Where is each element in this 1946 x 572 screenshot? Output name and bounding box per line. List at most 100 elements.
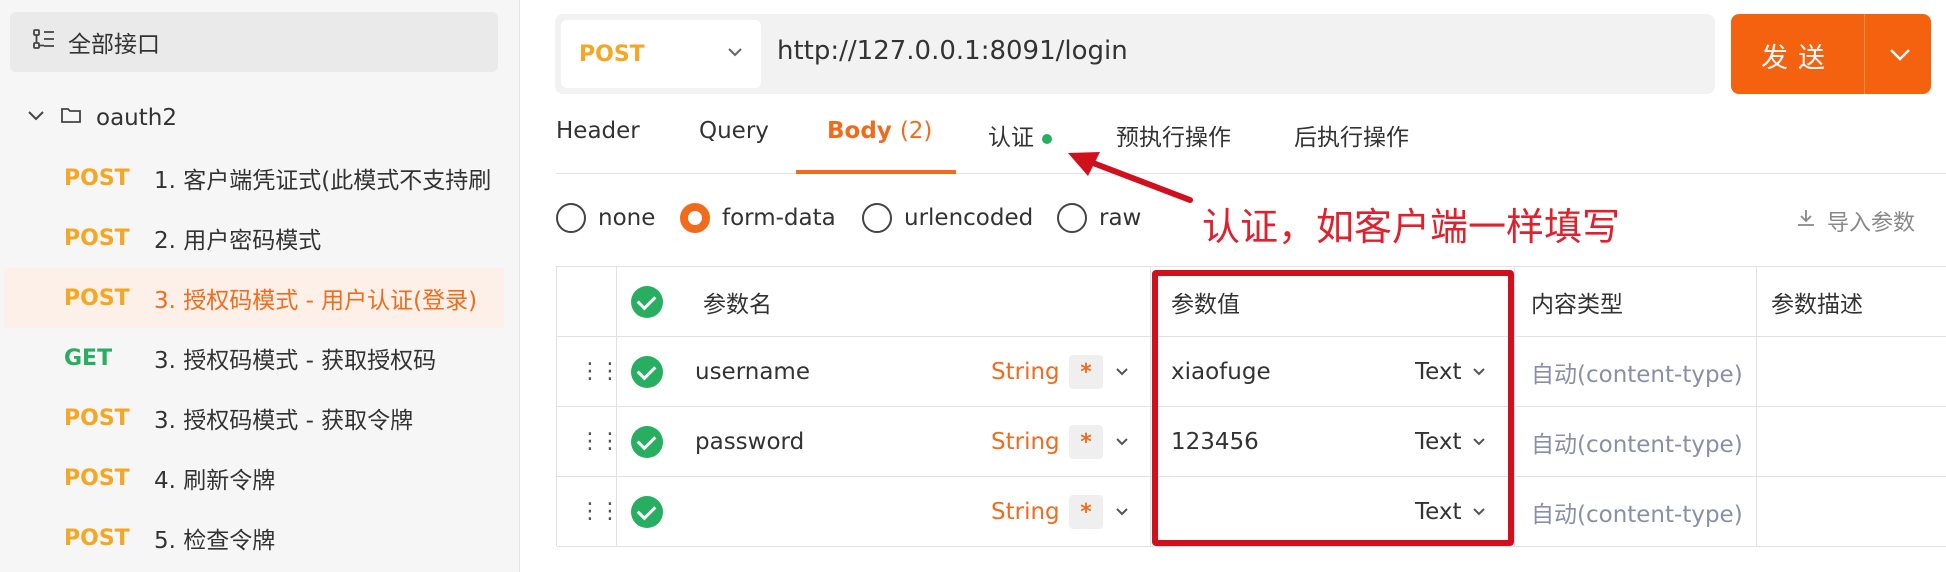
folder-name: oauth2 [96,105,177,131]
folder-oauth2[interactable]: oauth2 [26,96,177,140]
all-apis-button[interactable]: 全部接口 [10,12,498,72]
param-name-input[interactable]: username [695,337,810,407]
send-divider [1864,14,1865,94]
tab-auth[interactable]: 认证 [988,118,1052,152]
annotation-highlight-box [1152,270,1514,546]
sidebar-api-item[interactable]: POST 3. 授权码模式 - 获取令牌 [4,388,504,448]
method-badge: POST [64,165,130,191]
column-divider [1150,266,1151,546]
radio-circle [556,203,586,233]
url-input[interactable]: http://127.0.0.1:8091/login [777,36,1128,66]
required-star-icon: * [1069,355,1103,389]
column-divider [1756,266,1757,546]
radio-urlencoded[interactable]: urlencoded [862,203,1033,233]
tab-post-script[interactable]: 后执行操作 [1294,118,1409,152]
header-content-type: 内容类型 [1531,292,1623,318]
send-button[interactable]: 发送 [1731,14,1931,94]
param-type-select[interactable]: String [991,337,1060,407]
method-badge: POST [64,465,130,491]
drag-handle-icon[interactable]: ⋮⋮ [579,337,621,407]
api-name: 3. 授权码模式 - 获取授权码 [154,348,437,374]
param-type-select[interactable]: String [991,477,1060,547]
required-toggle[interactable]: * [1069,477,1103,547]
method-select[interactable]: POST [561,20,761,88]
api-name: 2. 用户密码模式 [154,228,322,254]
request-bar: POST http://127.0.0.1:8091/login [555,14,1715,94]
required-toggle[interactable]: * [1069,337,1103,407]
method-badge: POST [64,285,130,311]
sidebar-api-item[interactable]: POST 1. 客户端凭证式(此模式不支持刷 [4,148,504,208]
active-tab-underline [796,170,956,174]
tab-query[interactable]: Query [699,118,769,144]
sidebar-api-item[interactable]: POST 2. 用户密码模式 [4,208,504,268]
api-name: 3. 授权码模式 - 获取令牌 [154,408,414,434]
send-dropdown-chevron-icon[interactable] [1886,40,1914,72]
radio-label: raw [1099,205,1142,231]
drag-handle-icon[interactable]: ⋮⋮ [579,407,621,477]
annotation-arrow-icon [1068,152,1193,203]
status-dot-icon [1042,133,1052,144]
send-label: 发送 [1761,43,1835,74]
chevron-down-icon[interactable] [1113,477,1131,547]
required-toggle[interactable]: * [1069,407,1103,477]
column-divider [616,266,617,546]
sidebar-api-item[interactable]: GET 3. 授权码模式 - 获取授权码 [4,328,504,388]
tab-body[interactable]: Body (2) [827,118,932,144]
api-name: 5. 检查令牌 [154,528,276,554]
sidebar-api-item[interactable]: POST 4. 刷新令牌 [4,448,504,508]
row-enabled-checkbox[interactable] [631,477,663,547]
required-star-icon: * [1069,495,1103,529]
sidebar-api-item[interactable]: POST 5. 检查令牌 [4,508,504,568]
tab-body-count: (2) [899,118,933,144]
tab-header[interactable]: Header [556,118,640,144]
check-icon [631,496,663,528]
radio-none[interactable]: none [556,203,655,233]
chevron-down-icon[interactable] [26,105,46,131]
content-type-input[interactable]: 自动(content-type) [1531,407,1743,477]
required-star-icon: * [1069,425,1103,459]
check-icon [631,426,663,458]
column-divider [1514,266,1515,546]
method-value: POST [579,41,645,67]
annotation-text: 认证，如客户端一样填写 [1202,205,1621,249]
chevron-down-icon[interactable] [1113,407,1131,477]
header-param-name: 参数名 [703,292,772,318]
method-badge: POST [64,405,130,431]
content-type-input[interactable]: 自动(content-type) [1531,477,1743,547]
request-tabs: Header Query Body (2) 认证 预执行操作 后执行操作 [556,100,1946,174]
method-badge: POST [64,525,130,551]
method-badge: POST [64,225,130,251]
check-icon [631,356,663,388]
folder-icon [60,105,82,131]
drag-handle-icon[interactable]: ⋮⋮ [579,477,621,547]
tab-body-label: Body [827,118,892,144]
radio-label: urlencoded [904,205,1034,231]
param-name-input[interactable]: password [695,407,804,477]
method-badge: GET [64,345,113,371]
all-apis-label: 全部接口 [68,32,160,58]
row-enabled-checkbox[interactable] [631,337,663,407]
import-params-button[interactable]: 导入参数 [1795,205,1915,237]
chevron-down-icon [725,42,745,68]
radio-circle [1057,203,1087,233]
api-sidebar: 全部接口 oauth2 POST 1. 客户端凭证式(此模式不支持刷 POST … [0,0,520,572]
content-type-input[interactable]: 自动(content-type) [1531,337,1743,407]
radio-raw[interactable]: raw [1057,203,1141,233]
import-params-label: 导入参数 [1827,211,1916,236]
api-name: 3. 授权码模式 - 用户认证(登录) [154,288,478,314]
param-type-select[interactable]: String [991,407,1060,477]
header-param-desc: 参数描述 [1771,292,1863,318]
radio-form-data[interactable]: form-data [680,203,836,233]
chevron-down-icon[interactable] [1113,337,1131,407]
select-all-checkbox[interactable] [631,267,663,337]
api-name: 1. 客户端凭证式(此模式不支持刷 [154,168,492,194]
radio-circle [862,203,892,233]
radio-label: none [598,205,656,231]
sidebar-api-item-active[interactable]: POST 3. 授权码模式 - 用户认证(登录) [4,268,504,328]
tab-pre-script[interactable]: 预执行操作 [1116,118,1231,152]
row-enabled-checkbox[interactable] [631,407,663,477]
tab-auth-label: 认证 [988,125,1034,151]
download-icon [1795,207,1817,235]
radio-circle-selected [680,203,710,233]
api-name: 4. 刷新令牌 [154,468,276,494]
